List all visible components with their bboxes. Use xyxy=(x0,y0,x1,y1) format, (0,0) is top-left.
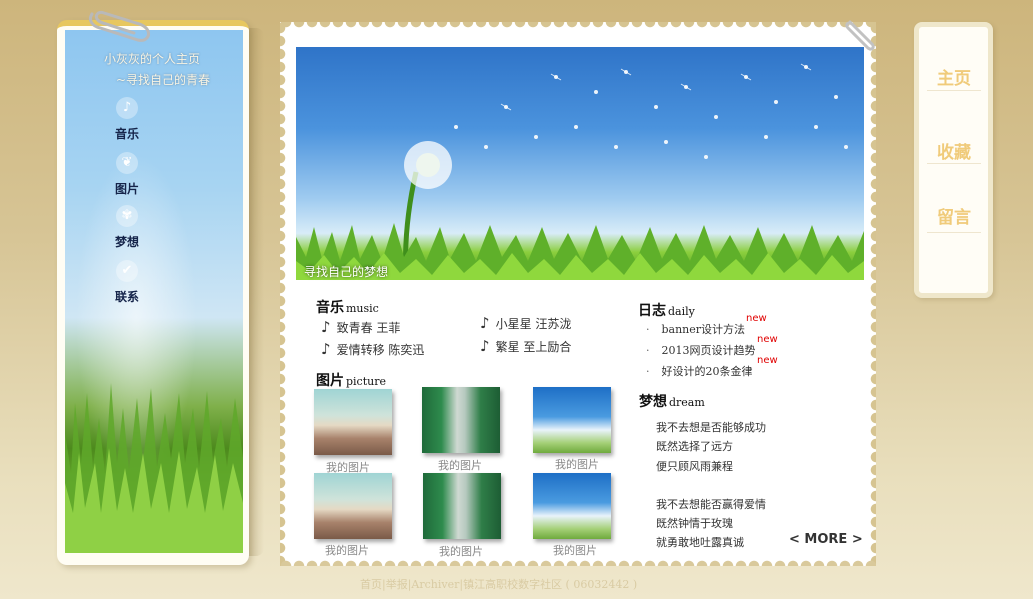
song-link[interactable]: ♪ 繁星 至上励合 xyxy=(480,337,571,355)
music-note-icon: ♪ xyxy=(480,314,490,332)
picture-caption: 我的图片 xyxy=(553,544,597,557)
nav-divider xyxy=(927,90,981,91)
banner-image xyxy=(296,47,864,280)
dream-poem-line: 既然钟情于玫瑰 xyxy=(656,517,733,530)
sidebar-item-label: 梦想 xyxy=(114,235,139,249)
dream-poem-line: 我不去想能否赢得爱情 xyxy=(656,498,766,511)
more-button[interactable]: < MORE > xyxy=(789,532,863,547)
nav-divider xyxy=(927,163,981,164)
sidebar-shadow xyxy=(248,28,264,556)
sidebar-background-image xyxy=(65,30,243,553)
check-icon: ✔ xyxy=(116,260,138,282)
new-badge: new xyxy=(757,334,778,345)
dream-section-title: 梦想 dream xyxy=(639,394,705,410)
diary-entry-link[interactable]: · 好设计的20条金律 xyxy=(646,363,753,379)
song-link[interactable]: ♪ 小星星 汪苏泷 xyxy=(480,314,571,332)
dream-poem-line: 我不去想是否能够成功 xyxy=(656,421,766,434)
music-note-icon: ♪ xyxy=(321,318,331,336)
sidebar-item-label: 音乐 xyxy=(114,127,139,141)
nav-divider xyxy=(927,232,981,233)
dandelion-illustration xyxy=(296,63,864,280)
picture-thumbnail[interactable] xyxy=(533,387,611,453)
sidebar-item-label: 图片 xyxy=(114,182,139,196)
picture-section-title: 图片 picture xyxy=(316,373,386,389)
diary-section-title: 日志 daily xyxy=(638,303,695,319)
picture-caption: 我的图片 xyxy=(438,459,482,472)
sidebar-item-pictures[interactable]: ❦ 图片 xyxy=(108,152,146,197)
footer-links[interactable]: 首页|举报|Archiver|镇江高职校数字社区 ( 06032442 ) xyxy=(360,576,637,592)
song-link[interactable]: ♪ 爱情转移 陈奕迅 xyxy=(321,340,424,358)
picture-thumbnail[interactable] xyxy=(423,473,501,539)
music-icon: ♪ xyxy=(116,97,138,119)
leaf-icon: ❦ xyxy=(116,152,138,174)
sidebar-item-label: 联系 xyxy=(114,290,139,304)
dream-poem-line: 便只顾风雨兼程 xyxy=(656,460,733,473)
music-section-title: 音乐 music xyxy=(316,300,379,316)
sidebar-item-dream[interactable]: ✾ 梦想 xyxy=(108,205,146,250)
song-link[interactable]: ♪ 致青春 王菲 xyxy=(321,318,400,336)
sidebar-item-music[interactable]: ♪ 音乐 xyxy=(108,97,146,142)
picture-caption: 我的图片 xyxy=(555,458,599,471)
picture-caption: 我的图片 xyxy=(439,545,483,558)
nav-home-link[interactable]: 主页 xyxy=(927,64,981,89)
diary-entry-link[interactable]: · 2013网页设计趋势 xyxy=(646,342,756,358)
picture-thumbnail[interactable] xyxy=(533,473,611,539)
nav-guestbook-link[interactable]: 留言 xyxy=(927,203,981,228)
site-subtitle: ~寻找自己的青春 xyxy=(116,73,211,87)
picture-thumbnail[interactable] xyxy=(314,473,392,539)
dream-poem-line: 就勇敢地吐露真诚 xyxy=(656,536,744,549)
site-title: 小灰灰的个人主页 xyxy=(104,52,201,66)
grass-illustration xyxy=(65,383,243,553)
diary-entry-link[interactable]: · banner设计方法 xyxy=(646,321,745,337)
picture-caption: 我的图片 xyxy=(325,544,369,557)
sidebar-item-contact[interactable]: ✔ 联系 xyxy=(108,260,146,305)
picture-thumbnail[interactable] xyxy=(314,389,392,455)
dream-poem-line: 既然选择了远方 xyxy=(656,440,733,453)
nav-favorites-link[interactable]: 收藏 xyxy=(927,138,981,163)
music-note-icon: ♪ xyxy=(321,340,331,358)
paperclip-icon xyxy=(88,11,150,42)
new-badge: new xyxy=(746,313,767,324)
banner-caption: 寻找自己的梦想 xyxy=(304,265,389,279)
picture-thumbnail[interactable] xyxy=(422,387,500,453)
sprout-icon: ✾ xyxy=(116,205,138,227)
new-badge: new xyxy=(757,355,778,366)
music-note-icon: ♪ xyxy=(480,337,490,355)
